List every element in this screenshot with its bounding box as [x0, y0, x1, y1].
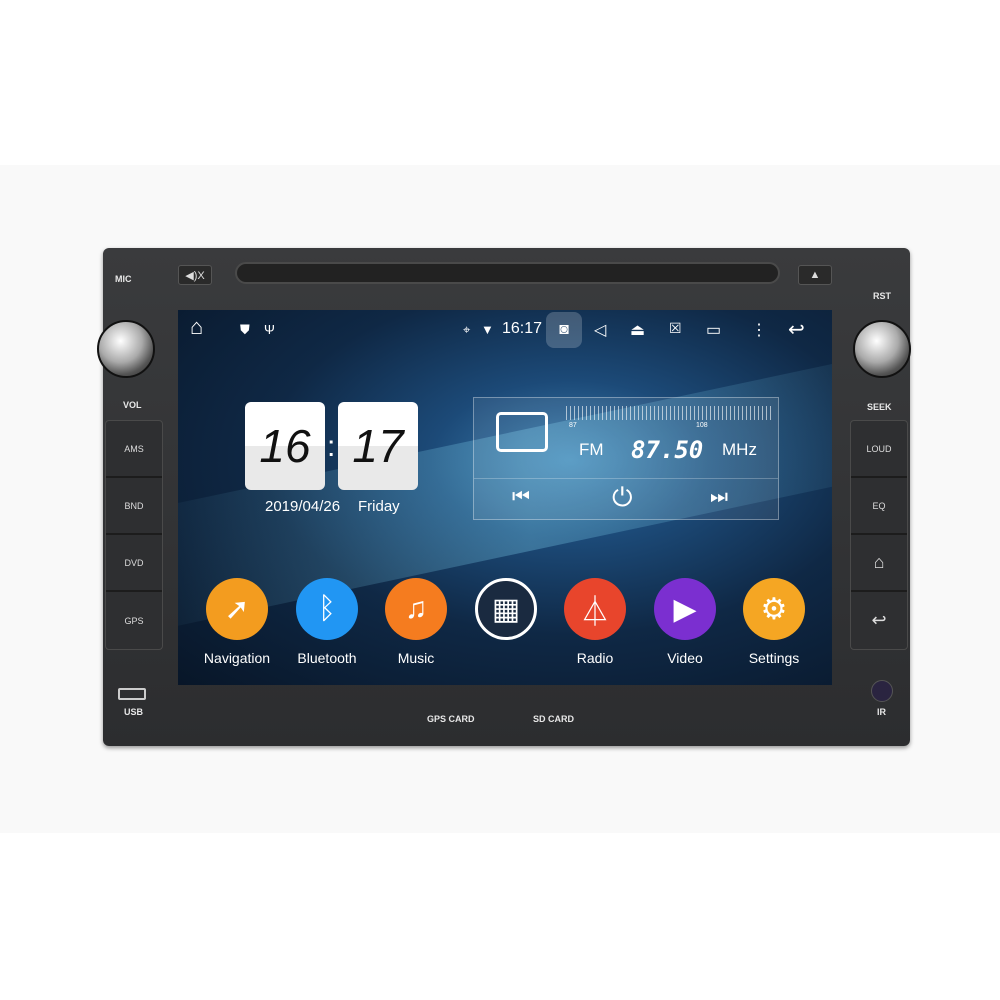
- ir-sensor: [871, 680, 893, 702]
- clock-minute: 17: [338, 402, 418, 490]
- clock-weekday: Friday: [358, 498, 400, 515]
- power-icon[interactable]: ⏻: [612, 482, 633, 514]
- frequency-scale[interactable]: [566, 406, 772, 420]
- clock-date: 2019/04/26: [265, 498, 341, 515]
- eq-button[interactable]: EQ: [851, 478, 907, 535]
- music-icon: ♫: [385, 578, 447, 640]
- left-button-panel: AMS BND DVD GPS: [105, 420, 163, 650]
- app-radio[interactable]: ⏃ Radio: [550, 578, 640, 666]
- camera-icon[interactable]: ◙: [546, 312, 582, 348]
- dvd-button[interactable]: DVD: [106, 535, 162, 592]
- touch-screen: ⌂ ⛊ Ψ ⌖ ▼ 16:17 ◙ ◁ ⏏ ☒ ▭ ⋮ ↩ 16 : 17 20…: [178, 310, 832, 685]
- disc-slot: [235, 262, 780, 284]
- app-music[interactable]: ♫ Music: [371, 578, 461, 666]
- ir-label: IR: [877, 707, 886, 717]
- home-icon: ⌂: [873, 552, 885, 572]
- app-label: Radio: [576, 650, 614, 666]
- app-label: Navigation: [203, 650, 271, 666]
- radio-frequency: 87.50: [631, 436, 704, 464]
- close-window-icon[interactable]: ☒: [669, 320, 682, 337]
- antenna-icon: ⏃: [564, 578, 626, 640]
- app-label: Video: [667, 650, 703, 666]
- loud-button[interactable]: LOUD: [851, 421, 907, 478]
- volume-knob[interactable]: [97, 320, 155, 378]
- home-hw-button[interactable]: ⌂: [851, 535, 907, 592]
- scale-min: 87: [569, 422, 577, 429]
- usb-icon: Ψ: [264, 322, 275, 337]
- usb-port: [118, 688, 146, 700]
- radio-band: FM: [579, 440, 604, 459]
- eject-button[interactable]: ▲: [798, 265, 832, 285]
- clock-hour: 16: [245, 402, 325, 490]
- eject-icon[interactable]: ⏏: [630, 320, 645, 340]
- previous-station-icon[interactable]: ⏮: [512, 486, 530, 509]
- back-icon[interactable]: ↩: [788, 317, 805, 342]
- play-icon: ▶: [654, 578, 716, 640]
- rst-label: RST: [873, 291, 891, 301]
- vol-label: VOL: [123, 400, 142, 410]
- radio-unit: MHz: [722, 440, 757, 459]
- status-time: 16:17: [502, 320, 543, 337]
- gps-button[interactable]: GPS: [106, 592, 162, 649]
- next-station-icon[interactable]: ⏭: [710, 486, 728, 509]
- more-icon[interactable]: ⋮: [751, 320, 767, 340]
- app-settings[interactable]: ⚙ Settings: [729, 578, 819, 666]
- app-all-apps[interactable]: ▦: [461, 578, 551, 650]
- bluetooth-icon: ᛒ: [296, 578, 358, 640]
- gear-icon: ⚙: [743, 578, 805, 640]
- radio-widget[interactable]: 87 108 FM 87.50 MHz ⏮ ⏻ ⏭: [473, 397, 779, 520]
- home-icon[interactable]: ⌂: [190, 314, 203, 340]
- app-label: Music: [397, 650, 435, 666]
- bnd-button[interactable]: BND: [106, 478, 162, 535]
- gps-card-label: GPS CARD: [427, 714, 475, 724]
- app-label: Bluetooth: [297, 650, 357, 666]
- app-label: Settings: [748, 650, 800, 666]
- compass-icon: ➚: [206, 578, 268, 640]
- scale-max: 108: [696, 422, 708, 429]
- seek-knob[interactable]: [853, 320, 911, 378]
- back-hw-button[interactable]: ↩: [851, 592, 907, 649]
- clock-colon: :: [327, 430, 336, 463]
- usb-label: USB: [124, 707, 144, 717]
- radio-icon: [496, 412, 548, 452]
- app-navigation[interactable]: ➚ Navigation: [192, 578, 282, 666]
- status-bar: ⌂ ⛊ Ψ ⌖ ▼ 16:17 ◙ ◁ ⏏ ☒ ▭ ⋮ ↩: [178, 310, 832, 350]
- app-bluetooth[interactable]: ᛒ Bluetooth: [282, 578, 372, 666]
- wifi-icon: ▼: [481, 322, 494, 337]
- app-video[interactable]: ▶ Video: [640, 578, 730, 666]
- back-icon: ↩: [871, 610, 887, 630]
- sd-card-label: SD CARD: [533, 714, 575, 724]
- ams-button[interactable]: AMS: [106, 421, 162, 478]
- seek-label: SEEK: [867, 402, 892, 412]
- apps-grid-icon: ▦: [475, 578, 537, 640]
- recent-apps-icon[interactable]: ▭: [706, 320, 721, 340]
- right-button-panel: LOUD EQ ⌂ ↩: [850, 420, 908, 650]
- location-icon: ⌖: [463, 322, 471, 337]
- shield-icon: ⛊: [240, 322, 250, 337]
- mute-button[interactable]: ◀)X: [178, 265, 212, 285]
- mic-label: MIC: [115, 274, 132, 284]
- volume-icon[interactable]: ◁: [594, 320, 606, 340]
